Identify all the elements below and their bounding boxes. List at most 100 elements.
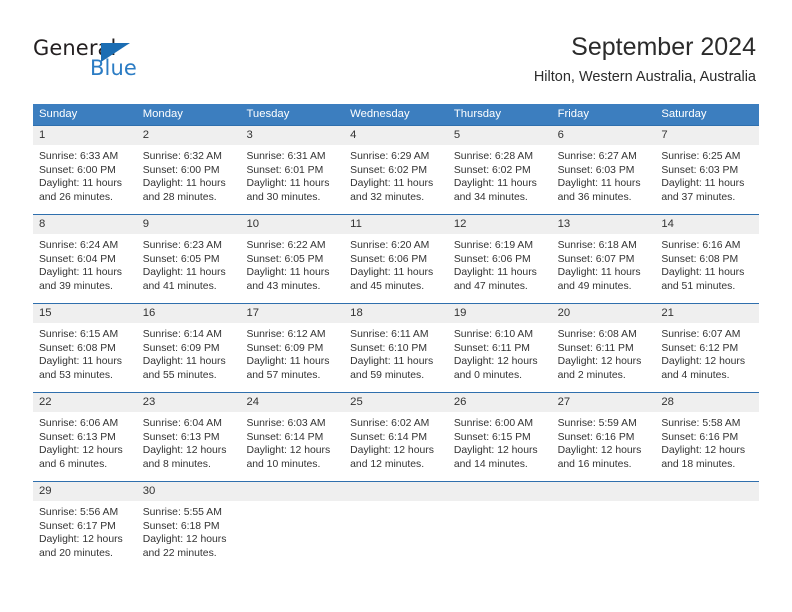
daylight-text-line1: Daylight: 12 hours (142, 534, 227, 546)
sunrise-text: Sunrise: 6:19 AM (453, 240, 534, 251)
weekday-header-thursday: Thursday (453, 108, 501, 120)
day-number: 15 (39, 307, 52, 319)
day-cell[interactable]: 16 Sunrise: 6:14 AM Sunset: 6:09 PM Dayl… (136, 304, 241, 392)
day-cell[interactable]: 9 Sunrise: 6:23 AM Sunset: 6:05 PM Dayli… (136, 215, 241, 303)
day-cell[interactable]: 18 Sunrise: 6:11 AM Sunset: 6:10 PM Dayl… (344, 304, 448, 392)
sunset-text: Sunset: 6:08 PM (39, 342, 116, 354)
calendar-page: General Blue September 2024 Hilton, West… (0, 0, 792, 612)
day-cell[interactable]: 26 Sunrise: 6:00 AM Sunset: 6:15 PM Dayl… (447, 393, 552, 481)
day-details: Sunrise: 5:59 AM Sunset: 6:16 PM Dayligh… (552, 412, 656, 471)
daylight-text-line2: and 43 minutes. (246, 280, 321, 292)
day-number-band: 7 (655, 126, 760, 145)
day-cell[interactable]: 20 Sunrise: 6:08 AM Sunset: 6:11 PM Dayl… (551, 304, 656, 392)
week-row: 15 Sunrise: 6:15 AM Sunset: 6:08 PM Dayl… (33, 303, 760, 392)
day-cell[interactable]: 10 Sunrise: 6:22 AM Sunset: 6:05 PM Dayl… (240, 215, 345, 303)
day-number: 24 (246, 396, 260, 408)
sunset-text: Sunset: 6:02 PM (350, 164, 427, 176)
sunset-text: Sunset: 6:06 PM (453, 253, 531, 265)
daylight-text-line2: and 57 minutes. (246, 369, 321, 381)
day-cell[interactable]: 14 Sunrise: 6:16 AM Sunset: 6:08 PM Dayl… (655, 215, 760, 303)
daylight-text-line2: and 39 minutes. (39, 280, 113, 292)
day-cell[interactable]: 11 Sunrise: 6:20 AM Sunset: 6:06 PM Dayl… (344, 215, 448, 303)
day-number-band (240, 482, 345, 501)
day-cell[interactable]: 3 Sunrise: 6:31 AM Sunset: 6:01 PM Dayli… (240, 126, 345, 214)
day-cell[interactable]: 15 Sunrise: 6:15 AM Sunset: 6:08 PM Dayl… (33, 304, 137, 392)
day-cell[interactable]: 12 Sunrise: 6:19 AM Sunset: 6:06 PM Dayl… (447, 215, 552, 303)
day-number: 8 (39, 218, 46, 230)
day-cell[interactable]: 27 Sunrise: 5:59 AM Sunset: 6:16 PM Dayl… (551, 393, 656, 481)
day-number: 10 (246, 218, 260, 230)
day-cell-empty (551, 482, 656, 566)
sunset-text: Sunset: 6:00 PM (142, 164, 220, 176)
sunset-text: Sunset: 6:07 PM (557, 253, 635, 265)
day-cell[interactable]: 23 Sunrise: 6:04 AM Sunset: 6:13 PM Dayl… (136, 393, 241, 481)
daylight-text-line1: Daylight: 11 hours (350, 267, 434, 279)
day-cell[interactable]: 21 Sunrise: 6:07 AM Sunset: 6:12 PM Dayl… (655, 304, 760, 392)
weekday-header-wednesday: Wednesday (350, 108, 410, 120)
day-cell[interactable]: 6 Sunrise: 6:27 AM Sunset: 6:03 PM Dayli… (551, 126, 656, 214)
day-number: 5 (453, 129, 461, 141)
day-cell[interactable]: 17 Sunrise: 6:12 AM Sunset: 6:09 PM Dayl… (240, 304, 345, 392)
day-details: Sunrise: 6:12 AM Sunset: 6:09 PM Dayligh… (240, 323, 344, 382)
day-details: Sunrise: 6:23 AM Sunset: 6:05 PM Dayligh… (137, 234, 241, 293)
day-cell[interactable]: 22 Sunrise: 6:06 AM Sunset: 6:13 PM Dayl… (33, 393, 137, 481)
day-number: 29 (39, 485, 52, 497)
day-cell[interactable]: 7 Sunrise: 6:25 AM Sunset: 6:03 PM Dayli… (655, 126, 760, 214)
day-details: Sunrise: 6:08 AM Sunset: 6:11 PM Dayligh… (552, 323, 656, 382)
daylight-text-line2: and 6 minutes. (39, 458, 108, 470)
sunset-text: Sunset: 6:05 PM (142, 253, 220, 265)
daylight-text-line1: Daylight: 11 hours (557, 178, 641, 190)
daylight-text-line1: Daylight: 11 hours (246, 267, 330, 279)
day-details: Sunrise: 6:06 AM Sunset: 6:13 PM Dayligh… (33, 412, 137, 471)
sunrise-text: Sunrise: 6:31 AM (246, 151, 326, 162)
daylight-text-line1: Daylight: 12 hours (557, 356, 642, 368)
daylight-text-line2: and 59 minutes. (350, 369, 425, 381)
day-number-band: 10 (240, 215, 345, 234)
day-details: Sunrise: 6:00 AM Sunset: 6:15 PM Dayligh… (448, 412, 552, 471)
daylight-text-line1: Daylight: 11 hours (142, 178, 226, 190)
day-cell[interactable]: 1 Sunrise: 6:33 AM Sunset: 6:00 PM Dayli… (33, 126, 137, 214)
day-cell[interactable]: 24 Sunrise: 6:03 AM Sunset: 6:14 PM Dayl… (240, 393, 345, 481)
sunset-text: Sunset: 6:03 PM (661, 164, 739, 176)
day-number: 9 (142, 218, 150, 230)
daylight-text-line1: Daylight: 12 hours (39, 534, 123, 546)
daylight-text-line2: and 45 minutes. (350, 280, 425, 292)
daylight-text-line2: and 22 minutes. (142, 547, 217, 559)
day-details: Sunrise: 6:31 AM Sunset: 6:01 PM Dayligh… (240, 145, 344, 204)
daylight-text-line1: Daylight: 11 hours (453, 178, 537, 190)
day-cell[interactable]: 25 Sunrise: 6:02 AM Sunset: 6:14 PM Dayl… (344, 393, 448, 481)
day-cell[interactable]: 28 Sunrise: 5:58 AM Sunset: 6:16 PM Dayl… (655, 393, 760, 481)
day-cell[interactable]: 4 Sunrise: 6:29 AM Sunset: 6:02 PM Dayli… (344, 126, 448, 214)
day-cell-empty (655, 482, 760, 566)
day-cell[interactable]: 30 Sunrise: 5:55 AM Sunset: 6:18 PM Dayl… (136, 482, 241, 566)
day-cell[interactable]: 8 Sunrise: 6:24 AM Sunset: 6:04 PM Dayli… (33, 215, 137, 303)
sunrise-text: Sunrise: 6:33 AM (39, 151, 119, 162)
sunrise-text: Sunrise: 5:59 AM (557, 418, 637, 429)
day-number-band (655, 482, 760, 501)
day-cell-empty (447, 482, 552, 566)
title-block: September 2024 Hilton, Western Australia… (534, 32, 756, 86)
daylight-text-line1: Daylight: 12 hours (453, 445, 538, 457)
daylight-text-line1: Daylight: 12 hours (661, 356, 746, 368)
day-number-band: 27 (551, 393, 656, 412)
day-cell[interactable]: 2 Sunrise: 6:32 AM Sunset: 6:00 PM Dayli… (136, 126, 241, 214)
sunset-text: Sunset: 6:16 PM (661, 431, 739, 443)
day-number-band: 18 (344, 304, 448, 323)
daylight-text-line2: and 10 minutes. (246, 458, 321, 470)
day-number: 17 (246, 307, 260, 319)
day-cell[interactable]: 19 Sunrise: 6:10 AM Sunset: 6:11 PM Dayl… (447, 304, 552, 392)
daylight-text-line2: and 4 minutes. (661, 369, 730, 381)
daylight-text-line1: Daylight: 11 hours (350, 356, 434, 368)
day-number: 1 (39, 129, 46, 141)
day-number-band: 3 (240, 126, 345, 145)
day-cell[interactable]: 13 Sunrise: 6:18 AM Sunset: 6:07 PM Dayl… (551, 215, 656, 303)
day-number: 2 (142, 129, 150, 141)
sunset-text: Sunset: 6:08 PM (661, 253, 739, 265)
general-blue-logo[interactable]: General Blue (33, 36, 173, 80)
day-details: Sunrise: 6:22 AM Sunset: 6:05 PM Dayligh… (240, 234, 344, 293)
day-cell[interactable]: 5 Sunrise: 6:28 AM Sunset: 6:02 PM Dayli… (447, 126, 552, 214)
day-number: 3 (246, 129, 253, 141)
day-cell[interactable]: 29 Sunrise: 5:56 AM Sunset: 6:17 PM Dayl… (33, 482, 137, 566)
daylight-text-line2: and 47 minutes. (453, 280, 528, 292)
sunrise-text: Sunrise: 6:29 AM (350, 151, 430, 162)
